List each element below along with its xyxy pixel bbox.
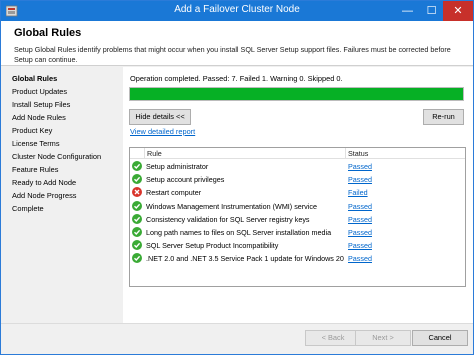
- pass-check-icon: [132, 227, 142, 237]
- setup-window: Add a Failover Cluster Node — ☐ ✕ Global…: [0, 0, 474, 355]
- nav-item-cluster-node-configuration[interactable]: Cluster Node Configuration: [12, 152, 101, 161]
- main-content: Operation completed. Passed: 7. Failed 1…: [123, 67, 473, 323]
- pass-check-icon: [132, 200, 142, 211]
- close-button[interactable]: ✕: [443, 1, 473, 21]
- pass-check-icon: [132, 240, 142, 251]
- title-bar[interactable]: Add a Failover Cluster Node — ☐ ✕: [1, 1, 473, 21]
- maximize-button[interactable]: ☐: [419, 1, 444, 21]
- nav-item-global-rules[interactable]: Global Rules: [12, 74, 57, 83]
- table-row[interactable]: Windows Management Instrumentation (WMI)…: [130, 200, 465, 213]
- rule-status-link[interactable]: Passed: [348, 241, 372, 250]
- rule-status-link[interactable]: Passed: [348, 215, 372, 224]
- pass-check-icon: [132, 213, 142, 224]
- table-row[interactable]: Consistency validation for SQL Server re…: [130, 213, 465, 226]
- rule-name: Setup account privileges: [146, 175, 225, 185]
- wizard-footer: < Back Next > Cancel: [1, 323, 473, 354]
- rule-name: SQL Server Setup Product Incompatibility: [146, 241, 279, 251]
- nav-item-complete[interactable]: Complete: [12, 204, 44, 213]
- rule-status-link[interactable]: Passed: [348, 202, 372, 211]
- pass-check-icon: [132, 161, 142, 171]
- nav-item-feature-rules[interactable]: Feature Rules: [12, 165, 58, 174]
- nav-item-product-updates[interactable]: Product Updates: [12, 87, 67, 96]
- rule-name: Windows Management Instrumentation (WMI)…: [146, 201, 317, 211]
- nav-item-product-key[interactable]: Product Key: [12, 126, 52, 135]
- rule-name: .NET 2.0 and .NET 3.5 Service Pack 1 upd…: [146, 254, 344, 264]
- table-header: Rule Status: [130, 148, 465, 159]
- table-row[interactable]: Setup account privileges Passed: [130, 173, 465, 186]
- rule-status-link[interactable]: Passed: [348, 254, 372, 263]
- view-detailed-report-link[interactable]: View detailed report: [130, 127, 195, 136]
- rule-status-link[interactable]: Failed: [348, 188, 368, 197]
- rules-table: Rule Status Setup administrator Passed Set…: [129, 147, 466, 287]
- table-row[interactable]: Long path names to files on SQL Server i…: [130, 226, 465, 239]
- pass-check-icon: [132, 174, 142, 185]
- nav-item-license-terms[interactable]: License Terms: [12, 139, 60, 148]
- nav-item-add-node-rules[interactable]: Add Node Rules: [12, 113, 66, 122]
- rule-name: Restart computer: [146, 188, 202, 198]
- page-description: Setup Global Rules identify problems tha…: [14, 45, 451, 64]
- table-row[interactable]: Setup administrator Passed: [130, 160, 465, 173]
- wizard-steps-nav: Global Rules Product Updates Install Set…: [1, 67, 123, 317]
- nav-item-add-node-progress[interactable]: Add Node Progress: [12, 191, 77, 200]
- rule-status-link[interactable]: Passed: [348, 162, 372, 171]
- rule-status-link[interactable]: Passed: [348, 175, 372, 184]
- rerun-button[interactable]: Re-run: [423, 109, 464, 125]
- next-button[interactable]: Next >: [355, 330, 411, 346]
- column-header-rule[interactable]: Rule: [147, 149, 162, 158]
- table-row[interactable]: SQL Server Setup Product Incompatibility…: [130, 239, 465, 252]
- pass-check-icon: [132, 253, 142, 264]
- fail-x-icon: [132, 187, 142, 198]
- rule-status-link[interactable]: Passed: [348, 228, 372, 237]
- table-row[interactable]: Restart computer Failed: [130, 186, 465, 199]
- nav-item-install-setup-files[interactable]: Install Setup Files: [12, 100, 70, 109]
- rule-name: Long path names to files on SQL Server i…: [146, 228, 332, 237]
- progress-bar: [129, 87, 464, 101]
- minimize-button[interactable]: —: [395, 1, 420, 21]
- table-row[interactable]: .NET 2.0 and .NET 3.5 Service Pack 1 upd…: [130, 252, 465, 265]
- column-header-status[interactable]: Status: [348, 149, 368, 158]
- progress-bar-fill: [130, 88, 463, 100]
- hide-details-button[interactable]: Hide details <<: [129, 109, 191, 125]
- rule-name: Consistency validation for SQL Server re…: [146, 214, 310, 224]
- back-button[interactable]: < Back: [305, 330, 361, 346]
- column-divider: [345, 148, 346, 159]
- rule-name: Setup administrator: [146, 162, 209, 171]
- page-title: Global Rules: [14, 27, 82, 39]
- operation-status-text: Operation completed. Passed: 7. Failed 1…: [130, 74, 343, 83]
- cancel-button[interactable]: Cancel: [412, 330, 468, 346]
- column-divider: [144, 148, 145, 159]
- page-header: Global Rules Setup Global Rules identify…: [1, 21, 473, 66]
- nav-item-ready-to-add-node[interactable]: Ready to Add Node: [12, 178, 76, 187]
